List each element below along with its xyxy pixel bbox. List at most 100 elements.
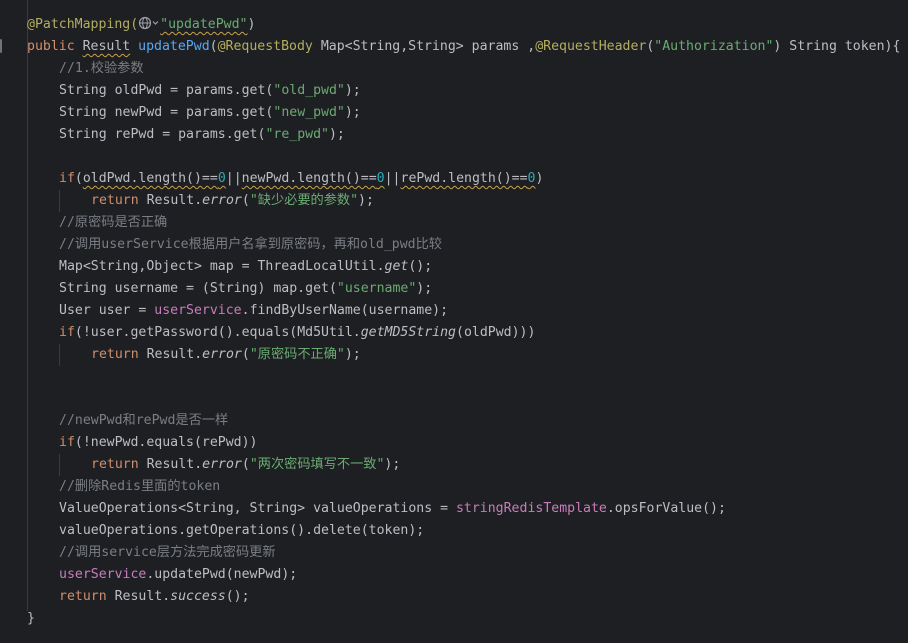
code-token: .findByUserName(username); [241, 303, 449, 318]
code-token: 0 [217, 171, 226, 186]
code-token: ); [416, 281, 433, 296]
code-comment: //删除Redis里面的token [59, 479, 221, 494]
code-line-2[interactable]: public Result updatePwd(@RequestBody Map… [27, 36, 900, 58]
code-line-5[interactable]: String newPwd = params.get("new_pwd"); [59, 102, 361, 124]
code-token: ) [247, 17, 256, 32]
code-token: ); [328, 127, 345, 142]
code-line-20[interactable]: if(!newPwd.equals(rePwd)) [59, 432, 258, 454]
code-token: ( [241, 457, 250, 472]
code-token: "updatePwd" [160, 17, 248, 32]
code-token: ( [241, 347, 250, 362]
code-token: ValueOperations<String, String> valueOpe… [59, 501, 456, 516]
code-token: ( [74, 171, 83, 186]
code-line-28[interactable]: } [27, 608, 35, 630]
code-line-24[interactable]: valueOperations.getOperations().delete(t… [59, 520, 424, 542]
code-token: "Authorization" [654, 39, 774, 54]
code-token: return [91, 457, 147, 472]
code-token: @PatchMapping( [27, 17, 139, 32]
code-token: (!user.getPassword().equals(Md5Util. [74, 325, 361, 340]
code-line-21[interactable]: return Result.error("两次密码填写不一致"); [91, 454, 400, 476]
code-line-26[interactable]: userService.updatePwd(newPwd); [59, 564, 297, 586]
code-token: } [27, 611, 35, 626]
gutter-change-marker[interactable] [0, 39, 3, 53]
code-token: "缺少必要的参数" [249, 193, 359, 208]
code-comment: //调用service层方法完成密码更新 [59, 545, 276, 560]
code-token: "re_pwd" [265, 127, 329, 142]
code-token: String newPwd = params.get( [59, 105, 274, 120]
code-token: error [202, 347, 242, 362]
code-line-4[interactable]: String oldPwd = params.get("old_pwd"); [59, 80, 361, 102]
code-line-12[interactable]: Map<String,Object> map = ThreadLocalUtil… [59, 256, 432, 278]
code-editor[interactable]: @PatchMapping( "updatePwd") public Result… [0, 0, 908, 643]
code-token: ( [209, 39, 218, 54]
code-token: error [202, 457, 242, 472]
code-line-3[interactable]: //1.校验参数 [59, 58, 144, 80]
code-token: Result [82, 39, 131, 54]
code-token: String username = (String) map.get( [59, 281, 337, 296]
code-token: stringRedisTemplate [455, 501, 607, 516]
code-token: get [384, 259, 409, 274]
code-token: 0 [376, 171, 385, 186]
code-token: oldPwd.length()== [82, 171, 218, 186]
code-token: public [27, 39, 83, 54]
code-token: error [202, 193, 242, 208]
code-line-22[interactable]: //删除Redis里面的token [59, 476, 220, 498]
globe-icon[interactable] [138, 16, 160, 30]
code-line-10[interactable]: //原密码是否正确 [59, 212, 167, 234]
code-token: (); [408, 259, 433, 274]
code-token: String oldPwd = params.get( [59, 83, 274, 98]
code-token: || [225, 171, 242, 186]
code-token: rePwd.length()== [400, 171, 528, 186]
code-token: User user = [59, 303, 155, 318]
code-token: (oldPwd))) [456, 325, 536, 340]
code-token: "两次密码填写不一致" [249, 457, 385, 472]
code-line-25[interactable]: //调用service层方法完成密码更新 [59, 542, 276, 564]
code-token: String rePwd = params.get( [59, 127, 266, 142]
code-token: getMD5String [360, 325, 456, 340]
code-line-23[interactable]: ValueOperations<String, String> valueOpe… [59, 498, 726, 520]
code-token: Map<String,Object> map = ThreadLocalUtil… [59, 259, 385, 274]
indent-guide [59, 344, 60, 366]
code-token: ); [344, 83, 361, 98]
code-token: success [170, 589, 226, 604]
code-token: ); [358, 193, 374, 208]
indent-guide [27, 0, 28, 611]
code-token: Result. [114, 589, 171, 604]
code-token: .opsForValue(); [606, 501, 726, 516]
code-token: || [384, 171, 401, 186]
code-token: 0 [527, 171, 536, 186]
code-line-14[interactable]: User user = userService.findByUserName(u… [59, 300, 448, 322]
code-line-6[interactable]: String rePwd = params.get("re_pwd"); [59, 124, 345, 146]
code-comment: //调用userService根据用户名拿到原密码，再和old_pwd比较 [59, 237, 442, 252]
code-comment: //newPwd和rePwd是否一样 [59, 413, 229, 428]
code-token: Result. [146, 193, 203, 208]
code-line-8[interactable]: if(oldPwd.length()==0||newPwd.length()==… [59, 168, 543, 190]
code-token: "new_pwd" [273, 105, 345, 120]
code-line-15[interactable]: if(!user.getPassword().equals(Md5Util.ge… [59, 322, 535, 344]
code-line-11[interactable]: //调用userService根据用户名拿到原密码，再和old_pwd比较 [59, 234, 442, 256]
code-token: .updatePwd(newPwd); [146, 567, 298, 582]
code-token: "old_pwd" [273, 83, 345, 98]
code-token: if [59, 171, 75, 186]
indent-guide [59, 190, 60, 212]
code-token: return [91, 347, 147, 362]
code-line-9[interactable]: return Result.error("缺少必要的参数"); [91, 190, 374, 212]
indent-guide [59, 454, 60, 476]
code-comment: //原密码是否正确 [59, 215, 168, 230]
code-token: ); [344, 105, 361, 120]
code-token: if [59, 435, 75, 450]
code-token: newPwd.length()== [241, 171, 377, 186]
code-token: @RequestBody [217, 39, 313, 54]
code-line-27[interactable]: return Result.success(); [59, 586, 250, 608]
code-token: ( [241, 193, 250, 208]
code-line-1[interactable]: @PatchMapping( "updatePwd") [27, 14, 255, 36]
code-line-13[interactable]: String username = (String) map.get("user… [59, 278, 432, 300]
code-line-16[interactable]: return Result.error("原密码不正确"); [91, 344, 361, 366]
code-token: updatePwd [138, 39, 210, 54]
code-token: valueOperations.getOperations().delete(t… [59, 523, 425, 538]
code-line-19[interactable]: //newPwd和rePwd是否一样 [59, 410, 228, 432]
code-token: ) String token){ [773, 39, 901, 54]
code-token: return [59, 589, 115, 604]
code-token: ) [535, 171, 544, 186]
